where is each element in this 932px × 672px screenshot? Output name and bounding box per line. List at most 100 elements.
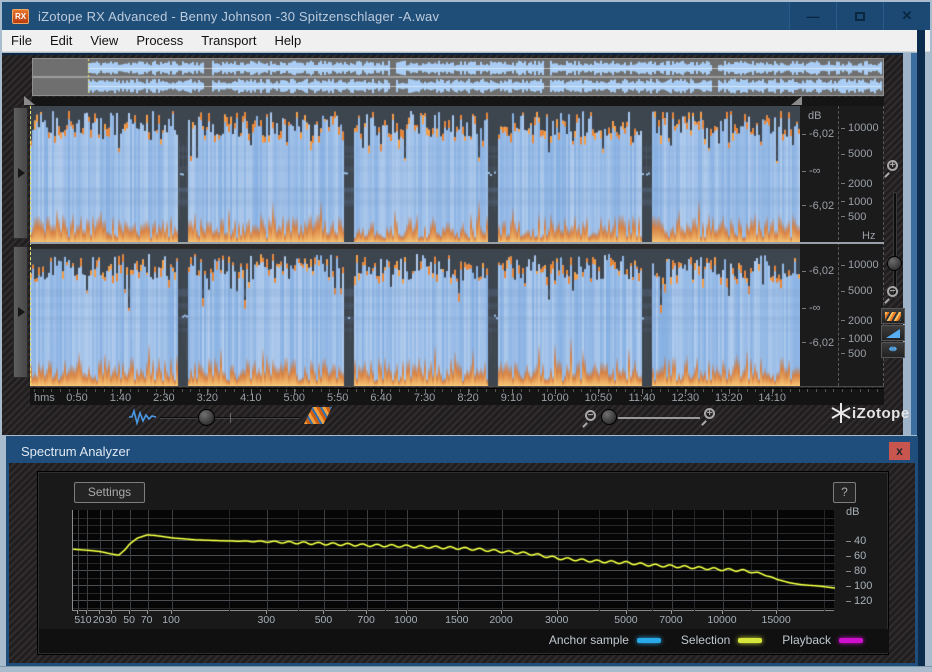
ruler-minor-tick bbox=[755, 389, 757, 392]
channel-divider[interactable] bbox=[30, 242, 884, 244]
ruler-minor-tick bbox=[320, 389, 322, 392]
channel-select-icon bbox=[18, 307, 25, 317]
db-scale-label: -6,02 bbox=[802, 265, 834, 277]
legend-item-selection: Selection bbox=[681, 633, 763, 647]
right-edge-border bbox=[917, 30, 925, 668]
vertical-zoom-slider-knob[interactable] bbox=[887, 256, 902, 271]
spectrum-frequency-label: 5000 bbox=[614, 614, 638, 626]
ruler-minor-tick bbox=[807, 389, 809, 392]
overview-left-handle[interactable] bbox=[24, 96, 35, 105]
overview-canvas[interactable] bbox=[33, 59, 883, 95]
spectrum-frequency-tick bbox=[171, 611, 173, 614]
channel-strip-right[interactable] bbox=[13, 246, 28, 378]
spectrum-frequency-tick bbox=[670, 611, 672, 614]
waveform-view-button[interactable]: ⇹ bbox=[881, 342, 905, 358]
spectrum-frequency-tick bbox=[501, 611, 502, 614]
blend-slider-knob[interactable] bbox=[198, 409, 215, 426]
time-ruler[interactable]: hms 0:50 1:40 2:30 3:20 4:10 5:00 5:50 6:40 7:30… bbox=[30, 388, 884, 405]
ruler-minor-tick bbox=[407, 389, 409, 392]
ruler-minor-tick bbox=[833, 389, 835, 392]
ruler-minor-tick bbox=[538, 389, 540, 392]
spectrogram-canvas[interactable] bbox=[30, 106, 800, 386]
settings-button[interactable]: Settings bbox=[74, 482, 145, 503]
hz-scale-label: 1000 bbox=[841, 333, 872, 345]
menu-item-file[interactable]: File bbox=[2, 30, 41, 52]
horizontal-zoom-knob[interactable] bbox=[601, 409, 617, 425]
spectrum-frequency-label: 1500 bbox=[445, 614, 469, 626]
blend-view-button[interactable] bbox=[881, 325, 905, 341]
amplitude-frequency-scales[interactable]: dB -6,02 -∞ -6,02 10000 5000 2000 1000 500 Hz -6,0… bbox=[800, 106, 884, 386]
ruler-major-tick bbox=[468, 389, 470, 394]
application-window: RX iZotope RX Advanced - Benny Johnson -… bbox=[0, 0, 932, 672]
ruler-major-tick bbox=[337, 389, 339, 394]
spectrum-analyzer-titlebar[interactable]: Spectrum Analyzer x bbox=[9, 439, 915, 463]
help-button[interactable]: ? bbox=[833, 482, 856, 503]
menu-item-transport[interactable]: Transport bbox=[192, 30, 265, 52]
hz-scale-label: 2000 bbox=[841, 315, 872, 327]
spectrum-frequency-tick bbox=[129, 611, 131, 614]
ruler-minor-tick bbox=[581, 389, 583, 392]
spectrum-legend: Anchor sample Selection Playback bbox=[549, 633, 863, 647]
menu-item-help[interactable]: Help bbox=[265, 30, 310, 52]
spectrum-frequency-label: 10000 bbox=[707, 614, 737, 626]
menu-item-view[interactable]: View bbox=[81, 30, 127, 52]
zoom-out-vertical-icon[interactable]: − bbox=[887, 286, 898, 297]
spectrum-frequency-tick bbox=[110, 611, 112, 614]
spectrum-analyzer-panel: Settings ? dB 40 60 80 100 120 5 10 20 30 50 70 100… bbox=[37, 471, 889, 655]
overview-range-bar[interactable] bbox=[32, 97, 884, 106]
spectrum-frequency-tick bbox=[366, 611, 368, 614]
ruler-major-tick bbox=[554, 389, 556, 394]
spectrum-plot[interactable] bbox=[72, 510, 835, 611]
menu-item-edit[interactable]: Edit bbox=[41, 30, 81, 52]
zoom-in-horizontal-icon[interactable]: + bbox=[704, 408, 715, 419]
spectrogram-display[interactable] bbox=[30, 106, 800, 386]
spectrum-analyzer-window: Spectrum Analyzer x Settings ? dB 40 60 80 1… bbox=[6, 436, 918, 666]
close-button[interactable]: ✕ bbox=[883, 2, 930, 30]
vertical-zoom-slider-track[interactable] bbox=[893, 192, 897, 298]
ruler-minor-tick bbox=[624, 389, 626, 392]
spectrogram-icon bbox=[885, 311, 901, 321]
title-bar[interactable]: RX iZotope RX Advanced - Benny Johnson -… bbox=[2, 2, 930, 30]
ruler-minor-tick bbox=[94, 389, 96, 392]
ruler-minor-tick bbox=[485, 389, 487, 392]
maximize-button[interactable] bbox=[836, 2, 883, 30]
spectrum-analyzer-close-button[interactable]: x bbox=[889, 442, 910, 460]
ruler-minor-tick bbox=[842, 389, 844, 392]
hz-scale-label: 10000 bbox=[841, 122, 879, 134]
ruler-major-tick bbox=[598, 389, 600, 394]
spectrogram-view-button[interactable] bbox=[881, 308, 905, 324]
ruler-major-tick bbox=[163, 389, 165, 394]
spectrum-db-label: 80 bbox=[846, 565, 866, 577]
overview-right-handle[interactable] bbox=[791, 96, 802, 105]
scale-divider bbox=[838, 106, 839, 386]
ruler-minor-tick bbox=[277, 389, 279, 392]
app-icon: RX bbox=[12, 8, 29, 24]
ruler-minor-tick bbox=[398, 389, 400, 392]
selection-left-edge[interactable] bbox=[30, 106, 31, 386]
ruler-minor-tick bbox=[312, 389, 314, 392]
channel-strip-left[interactable] bbox=[13, 107, 28, 239]
ruler-minor-tick bbox=[616, 389, 618, 392]
spectrum-db-label: 100 bbox=[846, 580, 872, 592]
spectrum-legend-strip: Anchor sample Selection Playback bbox=[39, 629, 889, 653]
zoom-in-vertical-icon[interactable]: + bbox=[887, 160, 898, 171]
menu-item-process[interactable]: Process bbox=[127, 30, 192, 52]
spectrum-frequency-label: 500 bbox=[314, 614, 333, 626]
hz-scale-label: 5000 bbox=[841, 148, 872, 160]
ruler-minor-tick bbox=[451, 389, 453, 392]
spectrum-frequency-tick bbox=[85, 611, 87, 614]
spectrum-frequency-tick bbox=[456, 611, 458, 614]
overview-waveform[interactable] bbox=[32, 58, 884, 96]
minimize-button[interactable]: — bbox=[789, 2, 836, 30]
ruler-minor-tick bbox=[824, 389, 826, 392]
spectrum-frequency-tick bbox=[625, 611, 627, 614]
zoom-out-horizontal-icon[interactable]: − bbox=[585, 410, 596, 421]
spectrum-db-label: 40 bbox=[846, 535, 866, 547]
horizontal-zoom-track[interactable] bbox=[618, 417, 700, 419]
ruler-minor-tick bbox=[868, 389, 870, 392]
ruler-major-tick bbox=[207, 389, 209, 394]
spectrum-frequency-tick bbox=[77, 611, 79, 614]
window-frame-bottom bbox=[0, 666, 932, 672]
ruler-minor-tick bbox=[746, 389, 748, 392]
db-scale-label: -∞ bbox=[802, 165, 821, 177]
